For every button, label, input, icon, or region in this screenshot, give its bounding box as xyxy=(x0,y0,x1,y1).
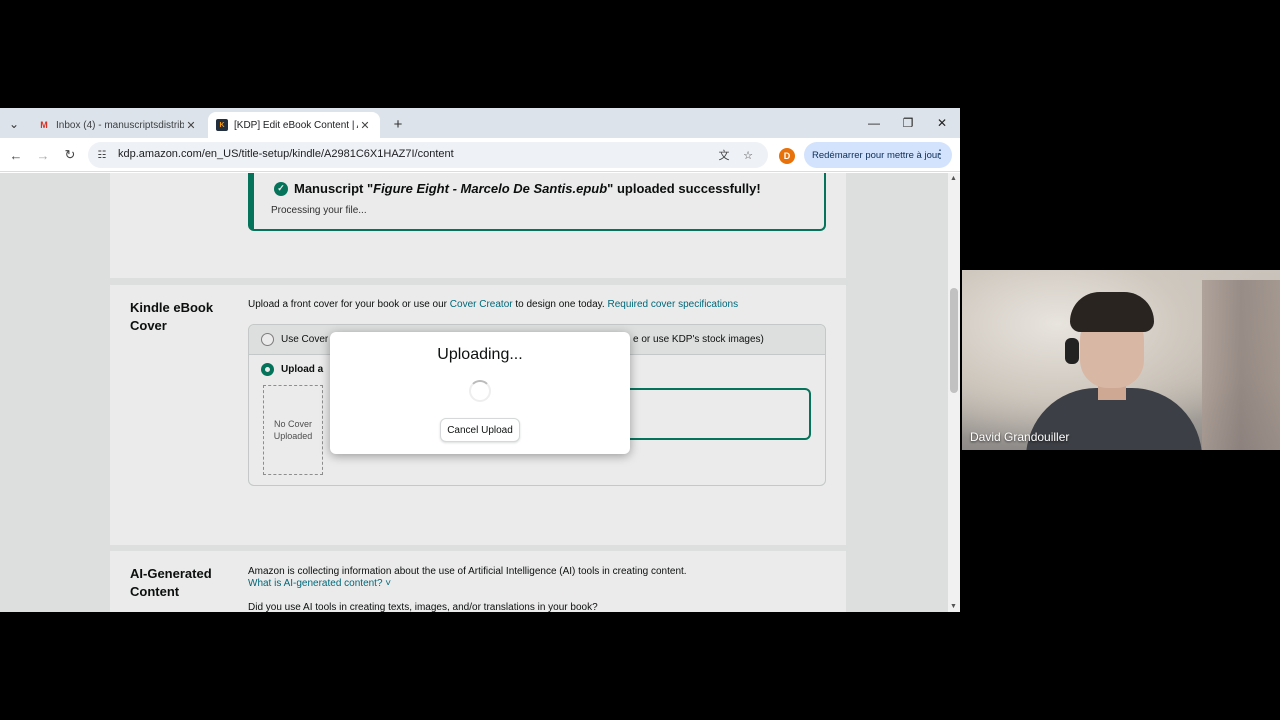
tab-title: Inbox (4) - manuscriptsdistribut xyxy=(56,119,184,131)
restart-label: Redémarrer pour mettre à jour xyxy=(812,149,941,161)
tab-kdp-edit[interactable]: K [KDP] Edit eBook Content | Ama ✕ xyxy=(208,112,380,138)
site-info-icon[interactable]: ☷ xyxy=(94,147,110,163)
restart-update-button[interactable]: Redémarrer pour mettre à jour ⋮ xyxy=(804,142,952,168)
video-background-shelf xyxy=(1202,280,1280,450)
loading-spinner-icon xyxy=(469,380,491,402)
address-bar[interactable]: ☷ kdp.amazon.com/en_US/title-setup/kindl… xyxy=(88,142,768,168)
reload-icon[interactable]: ↻ xyxy=(60,145,80,165)
back-icon[interactable]: ← xyxy=(6,145,26,165)
uploading-dialog: Uploading... Cancel Upload xyxy=(330,332,630,454)
gmail-icon: M xyxy=(40,120,48,130)
close-window-icon[interactable]: ✕ xyxy=(931,113,953,133)
more-menu-icon[interactable]: ⋮ xyxy=(934,147,946,161)
translate-icon[interactable]: 文 xyxy=(716,147,732,163)
tab-search-icon[interactable]: ⌄ xyxy=(4,114,24,134)
kdp-icon: K xyxy=(216,119,228,131)
url-text: kdp.amazon.com/en_US/title-setup/kindle/… xyxy=(118,148,454,160)
browser-window: ⌄ M Inbox (4) - manuscriptsdistribut ✕ K… xyxy=(0,108,960,612)
minimize-icon[interactable]: — xyxy=(863,113,885,133)
page-scrollbar[interactable]: ▲ ▼ xyxy=(948,173,960,612)
webcam-tile: David Grandouiller xyxy=(962,270,1280,450)
tab-strip: ⌄ M Inbox (4) - manuscriptsdistribut ✕ K… xyxy=(0,108,960,138)
tab-title: [KDP] Edit eBook Content | Ama xyxy=(234,119,358,131)
close-tab-icon[interactable]: ✕ xyxy=(184,119,198,132)
forward-icon[interactable]: → xyxy=(33,145,53,165)
page-viewport: ✓ Manuscript " Figure Eight - Marcelo De … xyxy=(0,173,948,612)
screen: ⌄ M Inbox (4) - manuscriptsdistribut ✕ K… xyxy=(0,0,1280,720)
new-tab-icon[interactable]: + xyxy=(388,114,408,134)
tab-gmail-inbox[interactable]: M Inbox (4) - manuscriptsdistribut ✕ xyxy=(30,112,206,138)
headset-icon xyxy=(1065,338,1079,364)
browser-toolbar: ← → ↻ ☷ kdp.amazon.com/en_US/title-setup… xyxy=(0,138,960,172)
bookmark-star-icon[interactable]: ☆ xyxy=(740,147,756,163)
dialog-title: Uploading... xyxy=(437,346,523,363)
scroll-up-icon[interactable]: ▲ xyxy=(950,175,957,182)
restore-icon[interactable]: ❐ xyxy=(897,113,919,133)
participant-name: David Grandouiller xyxy=(970,430,1070,444)
scrollbar-thumb[interactable] xyxy=(950,288,958,393)
cancel-upload-button[interactable]: Cancel Upload xyxy=(440,418,520,442)
close-tab-icon[interactable]: ✕ xyxy=(358,119,372,132)
profile-avatar[interactable]: D xyxy=(779,148,795,164)
scroll-down-icon[interactable]: ▼ xyxy=(950,603,957,610)
participant-hair xyxy=(1070,292,1154,332)
